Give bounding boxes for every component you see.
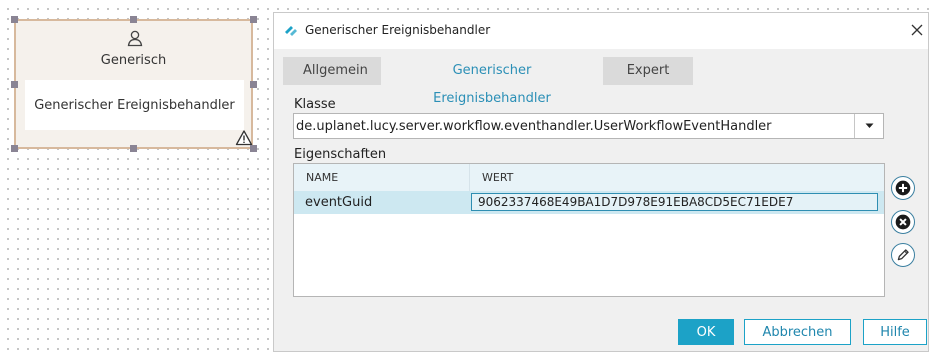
cell-value[interactable]: 9062337468E49BA1D7D978E91EBA8CD5EC71EDE7 — [470, 191, 884, 214]
close-icon — [911, 24, 923, 36]
table-row[interactable]: eventGuid 9062337468E49BA1D7D978E91EBA8C… — [294, 191, 884, 214]
ok-button[interactable]: OK — [678, 319, 734, 345]
node-title: Generisch — [100, 53, 167, 68]
edit-icon — [897, 249, 909, 261]
close-button[interactable] — [906, 19, 928, 41]
app-logo-icon — [284, 23, 298, 37]
user-icon — [126, 29, 144, 47]
tab-bar: Allgemein Generischer Ereignisbehandler … — [283, 57, 693, 106]
chevron-down-icon — [865, 123, 873, 128]
help-button[interactable]: Hilfe — [863, 319, 927, 345]
workflow-node-generic[interactable]: Generisch Generischer Ereignisbehandler — [14, 19, 253, 149]
tab-allgemein[interactable]: Allgemein — [283, 57, 381, 85]
add-icon — [895, 180, 911, 196]
properties-table: NAME WERT eventGuid 9062337468E49BA1D7D9… — [293, 163, 885, 297]
cancel-button[interactable]: Abbrechen — [744, 319, 851, 345]
resize-handle-se[interactable] — [250, 145, 257, 152]
resize-handle-w[interactable] — [11, 81, 18, 88]
dialog-content: Allgemein Generischer Ereignisbehandler … — [274, 49, 928, 351]
dialog-titlebar[interactable]: Generischer Ereignisbehandler — [274, 13, 928, 49]
resize-handle-n[interactable] — [130, 16, 137, 23]
properties-label: Eigenschaften — [294, 147, 387, 162]
column-header-name[interactable]: NAME — [294, 164, 470, 191]
tab-expert[interactable]: Expert — [603, 57, 693, 85]
event-handler-dialog: Generischer Ereignisbehandler Allgemein … — [273, 12, 929, 352]
dropdown-button[interactable] — [854, 114, 883, 138]
dialog-title: Generischer Ereignisbehandler — [305, 23, 491, 37]
table-header: NAME WERT — [294, 164, 884, 192]
add-property-button[interactable] — [891, 176, 915, 200]
cell-name[interactable]: eventGuid — [294, 191, 470, 214]
edit-property-button[interactable] — [891, 243, 915, 267]
resize-handle-nw[interactable] — [11, 16, 18, 23]
tab-generischer-ereignisbehandler[interactable]: Generischer Ereignisbehandler — [381, 57, 603, 106]
class-select[interactable]: de.uplanet.lucy.server.workflow.eventhan… — [293, 113, 884, 139]
resize-handle-sw[interactable] — [11, 145, 18, 152]
class-label: Klasse — [294, 97, 336, 112]
class-select-value: de.uplanet.lucy.server.workflow.eventhan… — [296, 118, 772, 134]
remove-property-button[interactable] — [891, 210, 915, 234]
column-header-value[interactable]: WERT — [470, 164, 884, 191]
resize-handle-s[interactable] — [130, 145, 137, 152]
resize-handle-ne[interactable] — [250, 16, 257, 23]
remove-icon — [895, 214, 911, 230]
value-input[interactable]: 9062337468E49BA1D7D978E91EBA8CD5EC71EDE7 — [471, 193, 878, 211]
resize-handle-e[interactable] — [250, 81, 257, 88]
node-label: Generischer Ereignisbehandler — [25, 80, 244, 130]
